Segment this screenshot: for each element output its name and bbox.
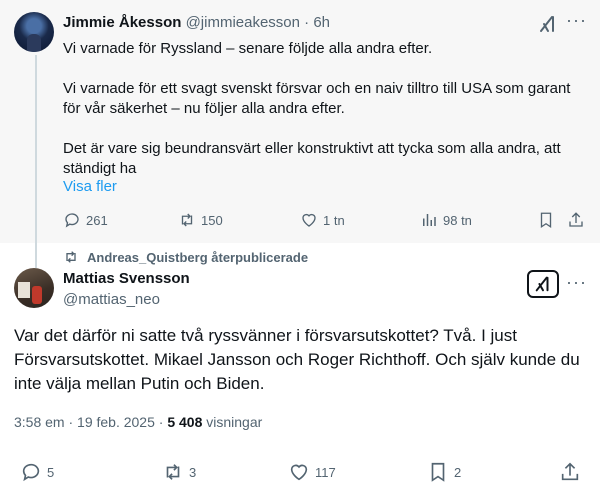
like-icon [302, 213, 316, 227]
share-button[interactable] [567, 210, 585, 230]
action-bar: 5 3 117 2 [14, 462, 589, 484]
bookmark-button[interactable]: 2 [427, 462, 461, 482]
like-button[interactable]: 117 [288, 462, 336, 482]
repost-icon [181, 213, 193, 227]
paragraph: Vi varnade för ett svagt svenskt försvar… [63, 80, 571, 117]
author-handle[interactable]: @jimmieakesson [186, 14, 300, 31]
post-meta: 3:58 em · 19 feb. 2025 · 5 408 visningar [14, 414, 262, 430]
post-timestamp[interactable]: 3:58 em · 19 feb. 2025 · [14, 414, 167, 430]
author-name[interactable]: Mattias Svensson [63, 270, 190, 287]
author-name[interactable]: Jimmie Åkesson [63, 14, 181, 31]
repost-button[interactable]: 3 [162, 462, 196, 482]
avatar[interactable] [14, 268, 54, 308]
reply-count: 261 [86, 212, 108, 228]
bookmark-count: 2 [454, 464, 462, 480]
views-button[interactable]: 98 tn [420, 210, 472, 230]
repost-notice-text: Andreas_Quistberg återpublicerade [87, 249, 309, 265]
bookmark-button[interactable] [537, 210, 555, 230]
grok-icon[interactable] [538, 14, 558, 34]
more-icon[interactable]: ··· [566, 272, 587, 293]
views-label: visningar [202, 414, 263, 430]
action-bar: 261 150 1 tn 98 tn [63, 210, 593, 230]
views-count: 5 408 [167, 414, 203, 430]
author-handle[interactable]: @mattias_neo [63, 291, 160, 308]
share-icon [569, 212, 583, 227]
share-icon [561, 462, 579, 481]
reply-count: 5 [47, 464, 55, 480]
reply-icon [65, 213, 79, 228]
post-text: Vi varnade för Ryssland – senare följde … [63, 39, 583, 179]
show-more-link[interactable]: Visa fler [63, 178, 117, 195]
like-button[interactable]: 1 tn [300, 210, 345, 230]
reply-button[interactable]: 5 [20, 462, 54, 482]
repost-icon [66, 251, 76, 263]
like-icon [290, 464, 308, 481]
thread-line [35, 55, 37, 268]
reply-icon [22, 463, 40, 482]
post-header: Jimmie Åkesson @jimmieakesson · 6h [63, 14, 330, 31]
reply-button[interactable]: 261 [63, 210, 108, 230]
repost-button[interactable]: 150 [178, 210, 223, 230]
separator: · [304, 14, 310, 31]
paragraph: Det är vare sig beundransvärt eller kons… [63, 140, 561, 177]
more-icon[interactable]: ··· [566, 10, 587, 31]
like-count: 117 [315, 464, 336, 480]
bookmark-icon [540, 212, 552, 229]
avatar[interactable] [14, 12, 54, 52]
grok-button[interactable] [527, 270, 559, 298]
post-text: Var det därför ni satte två ryssvänner i… [14, 326, 580, 393]
paragraph: Vi varnade för Ryssland – senare följde … [63, 40, 433, 57]
share-button[interactable] [559, 462, 581, 482]
grok-icon [535, 276, 549, 292]
bookmark-icon [431, 462, 445, 482]
views-count: 98 tn [443, 212, 472, 228]
like-count: 1 tn [323, 212, 345, 228]
repost-count: 150 [201, 212, 223, 228]
repost-icon [166, 464, 180, 480]
views-icon [423, 214, 436, 226]
repost-count: 3 [189, 464, 197, 480]
repost-notice[interactable]: Andreas_Quistberg återpublicerade [63, 249, 308, 265]
post-time[interactable]: 6h [313, 14, 330, 31]
